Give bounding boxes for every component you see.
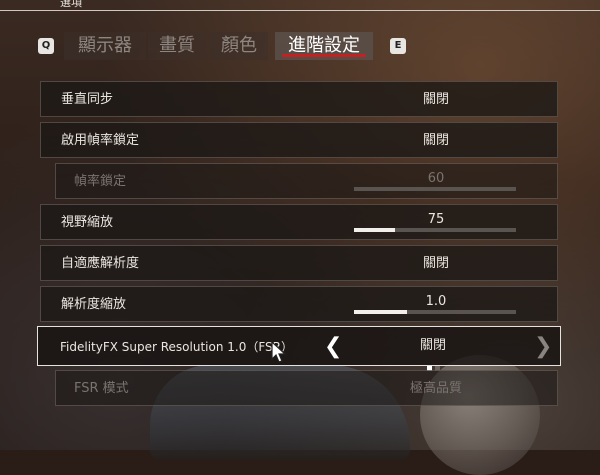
mouse-cursor-icon: [271, 340, 287, 363]
top-bar: 選項: [0, 0, 600, 11]
chevron-right-icon[interactable]: ❯: [534, 333, 552, 361]
resolution-scale-slider[interactable]: [354, 310, 516, 314]
setting-row-framerate-lock-enable[interactable]: 啟用幀率鎖定 關閉: [40, 122, 558, 158]
slider-fill: [354, 310, 408, 314]
setting-row-vsync[interactable]: 垂直同步 關閉: [40, 81, 558, 117]
setting-row-resolution-scale[interactable]: 解析度縮放 1.0: [40, 286, 558, 322]
setting-label: 解析度縮放: [61, 297, 127, 312]
setting-value: 關閉: [422, 92, 449, 107]
setting-row-fov[interactable]: 視野縮放 75: [40, 204, 558, 240]
setting-label: FidelityFX Super Resolution 1.0（FSR）: [60, 340, 293, 354]
setting-label: 幀率鎖定: [74, 174, 127, 189]
tab-graphics[interactable]: 畫質: [148, 32, 206, 60]
setting-value: 極高品質: [409, 381, 462, 396]
setting-label: 啟用幀率鎖定: [61, 133, 140, 148]
prev-tab-key[interactable]: Q: [38, 38, 54, 54]
next-tab-key[interactable]: E: [390, 38, 406, 54]
setting-row-fsr[interactable]: FidelityFX Super Resolution 1.0（FSR） ❮ 關…: [37, 326, 561, 371]
setting-label: 視野縮放: [61, 215, 114, 230]
setting-row-adaptive-resolution[interactable]: 自適應解析度 關閉: [40, 245, 558, 281]
active-tab-underline: [282, 54, 366, 57]
tab-color[interactable]: 顏色: [210, 32, 268, 60]
setting-row-fsr-mode: FSR 模式 極高品質: [55, 370, 558, 406]
fov-slider[interactable]: [354, 228, 516, 232]
setting-label: 自適應解析度: [61, 256, 140, 271]
framerate-slider: [354, 187, 516, 191]
chevron-left-icon[interactable]: ❮: [324, 333, 342, 361]
setting-label: 垂直同步: [61, 92, 114, 107]
settings-tabs: Q 顯示器 畫質 顏色 進階設定 E: [38, 32, 558, 62]
setting-row-framerate-lock: 幀率鎖定 60: [55, 163, 558, 199]
tab-display[interactable]: 顯示器: [64, 32, 146, 60]
setting-value: 關閉: [422, 133, 449, 148]
setting-value: 關閉: [422, 256, 449, 271]
page-title: 選項: [60, 0, 82, 9]
setting-label: FSR 模式: [74, 381, 129, 396]
slider-fill: [354, 228, 395, 232]
